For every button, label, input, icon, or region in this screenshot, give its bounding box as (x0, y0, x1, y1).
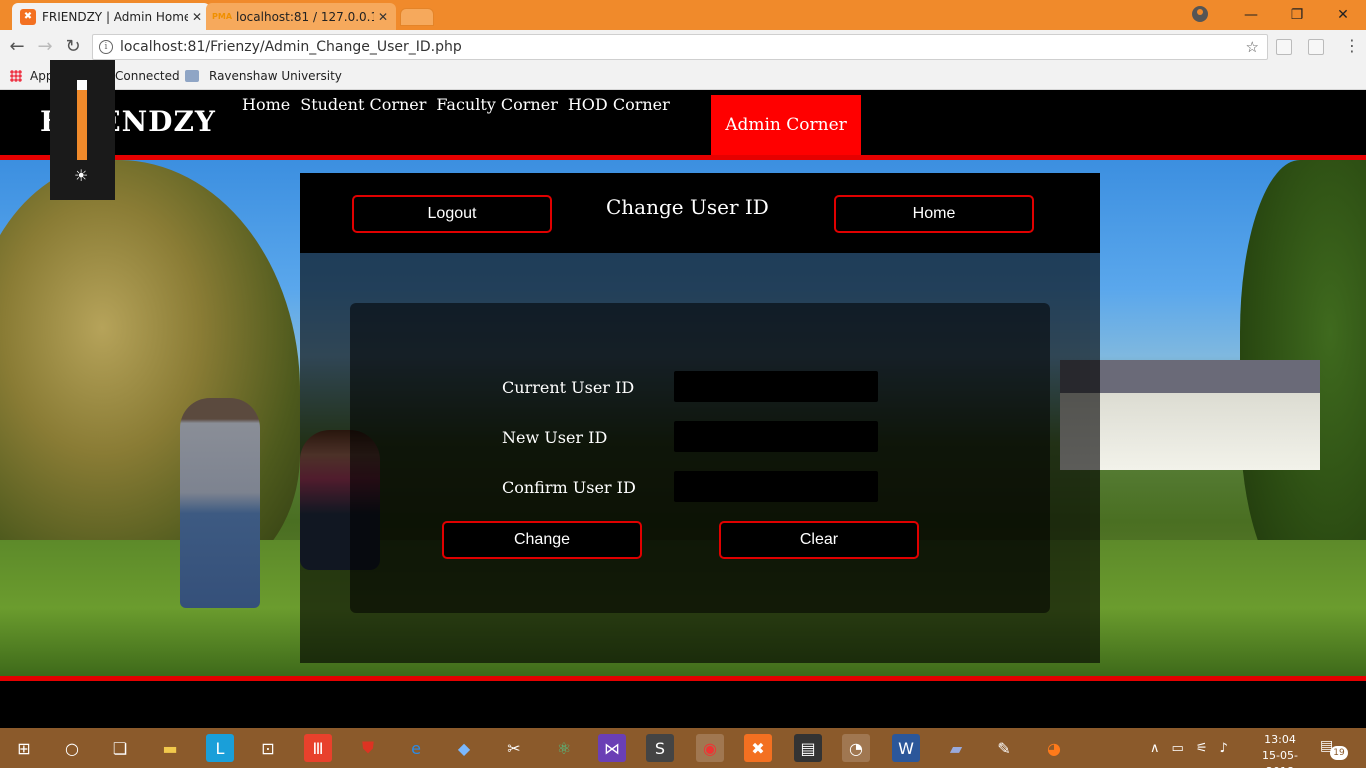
app-icon[interactable]: Ⅲ (304, 734, 332, 762)
web-page: FRIENDZY Home Student Corner Faculty Cor… (0, 91, 1366, 728)
change-button[interactable]: Change (442, 521, 642, 559)
bookmark-page-icon (185, 70, 199, 82)
extension-icon[interactable] (1276, 39, 1292, 55)
footer-divider (0, 676, 1366, 681)
taskbar-clock[interactable]: 13:04 15-05-2018 (1250, 732, 1310, 768)
close-icon[interactable]: ✕ (192, 10, 202, 24)
battery-icon[interactable]: ▭ (1172, 741, 1184, 756)
edge-icon[interactable]: e (402, 734, 430, 762)
notification-badge: 19 (1330, 746, 1348, 760)
change-user-id-form: Current User ID New User ID Confirm User… (350, 303, 1050, 613)
new-user-id-input[interactable] (674, 421, 878, 452)
info-icon[interactable]: i (99, 40, 113, 54)
forward-icon[interactable]: → (34, 36, 56, 58)
atom-icon[interactable]: ⚛ (550, 734, 578, 762)
panel-header: Logout Change User ID Home (300, 173, 1100, 253)
virtualbox-icon[interactable]: ◆ (450, 734, 478, 762)
nav-hod-corner[interactable]: HOD Corner (568, 95, 670, 114)
tab-phpmyadmin[interactable]: PMA localhost:81 / 127.0.0.1 / ✕ (206, 3, 396, 30)
home-button[interactable]: Home (834, 195, 1034, 233)
chrome-icon[interactable]: ◉ (696, 734, 724, 762)
nav-home[interactable]: Home (242, 95, 290, 114)
pdf-extension-icon[interactable] (1308, 39, 1324, 55)
brightness-thumb[interactable] (77, 80, 87, 90)
cortana-icon[interactable]: ○ (58, 734, 86, 762)
clear-button[interactable]: Clear (719, 521, 919, 559)
xampp-icon: ✖ (20, 8, 36, 25)
paint-icon[interactable]: ✎ (990, 734, 1018, 762)
word-icon[interactable]: W (892, 734, 920, 762)
minimize-icon[interactable]: — (1228, 7, 1274, 23)
confirm-user-id-input[interactable] (674, 471, 878, 502)
star-icon[interactable]: ☆ (1246, 38, 1259, 56)
url-text: localhost:81/Frienzy/Admin_Change_User_I… (120, 39, 462, 55)
menu-icon[interactable]: ⋮ (1344, 36, 1360, 55)
wpm-icon[interactable]: ◔ (842, 734, 870, 762)
site-header: FRIENDZY Home Student Corner Faculty Cor… (0, 91, 1366, 155)
tab-friendzy[interactable]: ✖ FRIENDZY | Admin Home ✕ (12, 3, 210, 30)
volume-icon[interactable]: ♪ (1219, 741, 1227, 756)
windows-start-icon[interactable]: ⊞ (10, 734, 38, 762)
clock-time: 13:04 (1264, 733, 1296, 746)
terminal-icon[interactable]: ▤ (794, 734, 822, 762)
window-controls: — ❐ ✕ (1228, 0, 1366, 30)
system-tray: ∧ ▭ ⚟ ♪ (1150, 728, 1228, 768)
chevron-up-icon[interactable]: ∧ (1150, 741, 1160, 756)
brightness-icon: ☀ (74, 166, 89, 185)
tab-title: FRIENDZY | Admin Home (42, 9, 188, 24)
page-title: Change User ID (606, 195, 769, 219)
back-icon[interactable]: ← (6, 36, 28, 58)
task-view-icon[interactable]: ❏ (106, 734, 134, 762)
sublime-icon[interactable]: S (646, 734, 674, 762)
restore-icon[interactable]: ❐ (1274, 7, 1320, 23)
browser-toolbar: ← → ↻ i localhost:81/Frienzy/Admin_Chang… (0, 30, 1366, 64)
current-user-id-input[interactable] (674, 371, 878, 402)
address-bar[interactable]: i localhost:81/Frienzy/Admin_Change_User… (92, 34, 1268, 60)
brightness-track[interactable] (77, 80, 87, 160)
windows-taskbar: ⊞ ○ ❏ ▬ L ⊡ Ⅲ ⛊ e ◆ ✂ ⚛ ⋈ S ◉ ✖ ▤ ◔ W ▰ … (0, 728, 1366, 768)
brightness-slider[interactable]: ☀ (50, 60, 115, 200)
firefox-icon[interactable]: ◕ (1040, 734, 1068, 762)
xampp-taskbar-icon[interactable]: ✖ (744, 734, 772, 762)
lync-icon[interactable]: L (206, 734, 234, 762)
bookmark-connected[interactable]: Connected (115, 69, 180, 83)
reload-icon[interactable]: ↻ (62, 36, 84, 58)
bookmarks-bar: Apps Connected Ravenshaw University (0, 64, 1366, 90)
visual-studio-icon[interactable]: ⋈ (598, 734, 626, 762)
change-user-id-panel: Logout Change User ID Home Current User … (300, 173, 1100, 663)
store-icon[interactable]: ⊡ (254, 734, 282, 762)
nav-faculty-corner[interactable]: Faculty Corner (436, 95, 557, 114)
clock-date: 15-05-2018 (1262, 749, 1298, 768)
main-nav: Home Student Corner Faculty Corner HOD C… (242, 95, 680, 114)
close-icon[interactable]: ✕ (378, 10, 388, 24)
new-user-id-label: New User ID (502, 428, 608, 447)
nav-admin-corner[interactable]: Admin Corner (711, 95, 861, 155)
phpmyadmin-icon: PMA (212, 12, 233, 21)
logout-button[interactable]: Logout (352, 195, 552, 233)
apps-grid-icon (10, 70, 22, 82)
new-tab-button[interactable] (400, 8, 434, 26)
current-user-id-label: Current User ID (502, 378, 635, 397)
notes-icon[interactable]: ▰ (942, 734, 970, 762)
browser-titlebar: ✖ FRIENDZY | Admin Home ✕ PMA localhost:… (0, 0, 1366, 30)
network-icon[interactable]: ⚟ (1196, 741, 1208, 756)
tools-icon[interactable]: ✂ (500, 734, 528, 762)
bookmark-ravenshaw[interactable]: Ravenshaw University (185, 69, 342, 83)
confirm-user-id-label: Confirm User ID (502, 478, 636, 497)
mcafee-icon[interactable]: ⛊ (354, 734, 382, 762)
profile-icon[interactable] (1192, 6, 1208, 22)
tab-title: localhost:81 / 127.0.0.1 / (236, 9, 374, 24)
file-explorer-icon[interactable]: ▬ (156, 734, 184, 762)
nav-student-corner[interactable]: Student Corner (300, 95, 426, 114)
close-window-icon[interactable]: ✕ (1320, 7, 1366, 23)
